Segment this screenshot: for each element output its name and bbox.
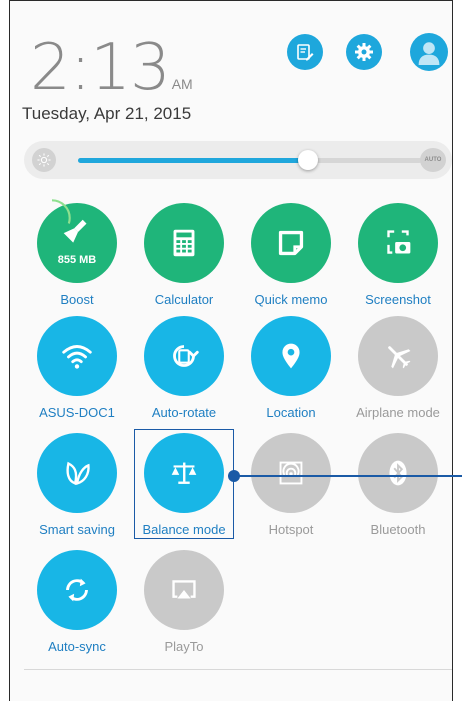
tile-label: Airplane mode [356,405,440,420]
tile-boost[interactable]: 855 MB Boost [24,199,130,313]
calculator-icon [173,229,195,257]
brightness-thumb[interactable] [298,150,319,170]
boost-usage-ring [33,199,71,237]
brightness-mode-icon[interactable]: AUTO [420,148,446,172]
quick-memo-icon [278,230,304,256]
user-avatar-icon [418,42,440,65]
highlight-box-balance-mode [134,429,234,539]
tile-location[interactable]: Location [238,316,344,426]
edit-quick-settings-button[interactable] [287,34,323,70]
airplane-circle [358,316,438,396]
smart-saving-circle [37,433,117,513]
tile-hotspot[interactable]: Hotspot [238,433,344,543]
edit-quick-settings-icon [297,44,314,61]
tile-calculator[interactable]: Calculator [131,203,237,313]
brightness-mode-label: AUTO [424,157,442,163]
user-avatar-button[interactable] [410,33,448,71]
calculator-circle [144,203,224,283]
tile-quick-memo[interactable]: Quick memo [238,203,344,313]
sync-icon [66,578,88,602]
tile-playto[interactable]: PlayTo [131,550,237,660]
brightness-slider[interactable] [78,150,422,170]
playto-circle [144,550,224,630]
tile-label: Smart saving [39,522,115,537]
location-circle [251,316,331,396]
tile-label: Boost [60,292,94,307]
wifi-icon [62,345,92,369]
date-label: Tuesday, Apr 21, 2015 [22,104,192,123]
location-pin-icon [282,343,300,369]
auto-sync-circle [37,550,117,630]
tile-label: Calculator [154,292,214,307]
tile-label: Location [266,405,316,420]
auto-rotate-circle [144,316,224,396]
tile-auto-rotate[interactable]: Auto-rotate [131,316,237,426]
clock-time: 2:13 [30,31,171,105]
tile-bluetooth[interactable]: Bluetooth [345,433,451,543]
screenshot-circle [358,203,438,283]
tile-airplane-mode[interactable]: Airplane mode [345,316,451,426]
sun-auto-icon[interactable] [32,148,56,172]
settings-button[interactable] [346,34,382,70]
tile-label: Quick memo [254,292,328,307]
quick-memo-circle [251,203,331,283]
tile-auto-sync[interactable]: Auto-sync [24,550,130,660]
boost-circle: 855 MB [33,199,117,283]
tile-label: PlayTo [164,639,204,654]
hotspot-circle [251,433,331,513]
tile-label: Auto-sync [48,639,106,654]
clock: 2:13 AM [30,20,193,100]
tile-label: ASUS-DOC1 [39,405,115,420]
brightness-bar: AUTO [24,141,452,179]
settings-gear-icon [355,43,373,61]
bluetooth-circle [358,433,438,513]
tile-smart-saving[interactable]: Smart saving [24,433,130,543]
wifi-circle [37,316,117,396]
tile-label: Screenshot [365,292,431,307]
callout-line [234,475,462,477]
divider [24,669,452,670]
boost-value: 855 MB [57,254,97,266]
tile-wifi[interactable]: ASUS-DOC1 [24,316,130,426]
tile-label: Auto-rotate [151,405,217,420]
callout-dot [228,470,240,482]
tile-screenshot[interactable]: Screenshot [345,203,451,313]
hotspot-icon [279,461,303,485]
clock-ampm: AM [171,76,193,92]
auto-rotate-icon [173,345,199,367]
airplane-icon [388,346,411,369]
screenshot-icon [387,230,411,254]
tile-label: Hotspot [268,522,314,537]
leaf-icon [66,461,90,486]
tile-label: Bluetooth [370,522,426,537]
brightness-fill [78,158,309,163]
bluetooth-icon [389,460,407,486]
playto-cast-icon [172,580,196,599]
